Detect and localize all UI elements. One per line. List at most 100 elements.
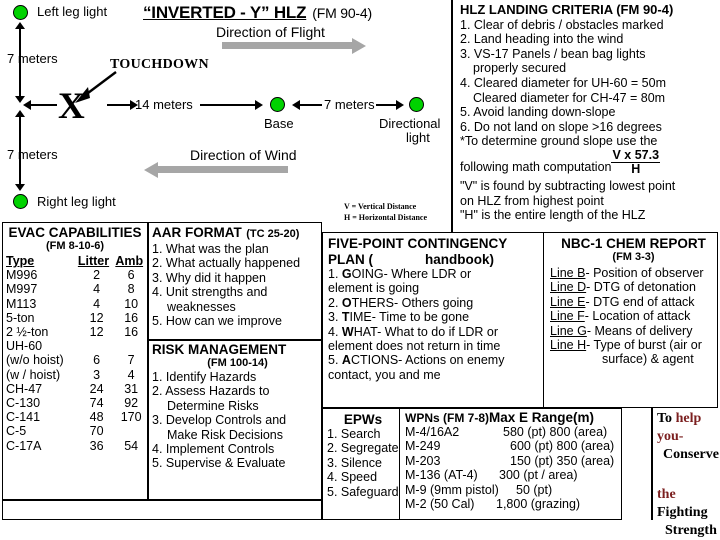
wpns-name: M-9 (9mm pistol) xyxy=(405,482,499,497)
evac-type: (w / hoist) xyxy=(6,367,61,382)
evac-litter: 70 xyxy=(89,424,104,439)
evac-amb: 54 xyxy=(124,438,139,453)
contingency-title-line1: FIVE-POINT CONTINGENCY xyxy=(328,236,508,251)
table-row: C-141 48 170 xyxy=(3,410,147,424)
nbc-line-desc: - Means of delivery xyxy=(586,323,693,338)
contingency-item-text: CTIONS- Actions on enemy xyxy=(350,353,505,368)
evac-litter xyxy=(78,339,115,353)
evac-litter: 4 xyxy=(93,296,101,311)
nbc-line-desc: - Position of observer xyxy=(585,266,704,280)
contingency-item-text: contact, you and me xyxy=(328,367,441,382)
v-explanation-line1: "V" is found by subtracting lowest point xyxy=(460,178,676,193)
right-leg-light-icon xyxy=(13,194,28,209)
nbc-line: Line F- Location of attack xyxy=(550,309,717,323)
left-leg-light-label: Left leg light xyxy=(37,4,108,19)
nbc-line: Line E- DTG end of attack xyxy=(550,295,717,309)
risk-item: 4. Implement Controls xyxy=(152,442,275,457)
nbc-line-code: Line F xyxy=(550,309,585,324)
evac-type: 5-ton xyxy=(6,310,35,325)
risk-item: 5. Supervise & Evaluate xyxy=(152,456,286,471)
aar-risk-box: AAR FORMAT (TC 25-20) 1. What was the pl… xyxy=(148,222,323,500)
table-row: UH-60 xyxy=(3,339,147,353)
motto-line3: the Fighting xyxy=(657,486,719,522)
poster-root: Left leg light 7 meters 7 meters Right l… xyxy=(0,0,720,540)
direction-of-wind-label: Direction of Wind xyxy=(190,147,297,163)
center-distance-label: 14 meters xyxy=(135,97,193,112)
contingency-item-text: OING- Where LDR or xyxy=(351,267,472,281)
evac-amb: 92 xyxy=(124,396,139,411)
risk-item: 3. Develop Controls and xyxy=(152,413,287,428)
touchdown-label: TOUCHDOWN xyxy=(110,57,209,72)
base-dir-arrow-head-right xyxy=(396,100,404,110)
wpns-range-header: Max E Range(m) xyxy=(489,410,595,425)
evac-type: C-5 xyxy=(6,424,27,439)
evac-amb: 8 xyxy=(127,282,135,297)
table-row: C-17A 36 54 xyxy=(3,439,147,453)
contingency-title-line2: PLAN (handbook) xyxy=(328,252,543,268)
table-row: C-130 74 92 xyxy=(3,396,147,410)
contingency-item-text: element is going xyxy=(328,281,420,296)
h-explanation: "H" is the entire length of the HLZ xyxy=(460,208,646,223)
aar-item: 2. What actually happened xyxy=(152,256,301,271)
epws-title: EPWs xyxy=(343,412,383,427)
contingency-item: 2. OTHERS- Others going xyxy=(328,296,543,310)
evac-amb xyxy=(115,339,147,353)
base-dir-line-a xyxy=(300,104,322,106)
aar-item: 1. What was the plan xyxy=(152,242,269,256)
table-row: M997 4 8 xyxy=(3,282,147,296)
evac-litter: 74 xyxy=(89,396,104,411)
wpns-title: WPNs (FM 7-8) xyxy=(405,411,489,425)
h-definition: H = Horizontal Distance xyxy=(344,213,427,222)
slope-formula-denominator: H xyxy=(631,161,641,176)
contingency-item-text: element does not return in time xyxy=(328,339,501,354)
lower-distance-label: 7 meters xyxy=(7,147,58,162)
contingency-item: element does not return in time xyxy=(328,339,543,353)
nbc-line-desc: - DTG of detonation xyxy=(586,280,696,295)
center-arrow-head-right-b xyxy=(255,100,263,110)
nbc-line-desc: - DTG end of attack xyxy=(585,294,695,309)
risk-item: Make Risk Decisions xyxy=(167,427,284,442)
base-dir-arrow-head-left xyxy=(292,100,300,110)
contingency-item: 3. TIME- Time to be gone xyxy=(328,310,543,324)
wpns-row: M-4/16A2 580 (pt) 800 (area) xyxy=(405,425,621,439)
epws-content: EPWs 1. Search 2. Segregate 3. Silence 4… xyxy=(323,409,399,499)
evac-litter: 2 xyxy=(93,268,101,283)
nbc-line: Line H- Type of burst (air or xyxy=(550,338,717,352)
v-definition: V = Vertical Distance xyxy=(344,202,417,211)
hlz-criteria-item: Cleared diameter for CH-47 = 80m xyxy=(473,90,666,105)
nbc-subtitle: (FM 3-3) xyxy=(612,251,655,263)
evac-type: (w/o hoist) xyxy=(6,353,64,368)
evac-type: M997 xyxy=(6,282,38,297)
contingency-content: FIVE-POINT CONTINGENCY PLAN (handbook) 1… xyxy=(323,233,543,382)
contingency-title-prefix: PLAN ( xyxy=(328,251,373,267)
evac-amb: 10 xyxy=(124,296,139,311)
table-row: (w / hoist) 3 4 xyxy=(3,368,147,382)
flight-arrow-shaft xyxy=(222,42,352,49)
evac-litter: 6 xyxy=(93,353,101,368)
wind-arrow-shaft xyxy=(158,166,288,173)
aar-item: 4. Unit strengths and xyxy=(152,285,268,300)
aar-item: 5. How can we improve xyxy=(152,314,282,329)
base-light-icon xyxy=(270,97,285,112)
wpns-name: M-203 xyxy=(405,453,441,468)
epws-box: EPWs 1. Search 2. Segregate 3. Silence 4… xyxy=(322,408,400,520)
evac-type: C-130 xyxy=(6,396,41,411)
table-row: C-5 70 xyxy=(3,424,147,438)
directional-light-label-line1: Directional xyxy=(379,116,441,131)
contingency-item-text: THERS- Others going xyxy=(351,295,474,310)
epws-item: 4. Speed xyxy=(327,470,378,485)
contingency-item-cap: O xyxy=(341,295,352,310)
nbc-content: NBC-1 CHEM REPORT (FM 3-3) Line B- Posit… xyxy=(544,233,717,367)
evac-header-row: Type Litter Amb xyxy=(3,254,147,268)
nbc-line-code: Line D xyxy=(550,280,587,295)
risk-item: Determine Risks xyxy=(167,398,259,413)
contingency-item-num: 1. xyxy=(328,267,342,281)
nbc-chem-report-box: NBC-1 CHEM REPORT (FM 3-3) Line B- Posit… xyxy=(544,232,718,408)
wpns-range: 1,800 (grazing) xyxy=(496,497,581,512)
table-row: 2 ½-ton 12 16 xyxy=(3,325,147,339)
evac-litter: 24 xyxy=(89,381,104,396)
nbc-line: Line D- DTG of detonation xyxy=(550,280,717,294)
hlz-criteria-item: 2. Land heading into the wind xyxy=(460,32,624,47)
evac-type: M996 xyxy=(6,268,38,283)
base-dir-line-b xyxy=(376,104,398,106)
